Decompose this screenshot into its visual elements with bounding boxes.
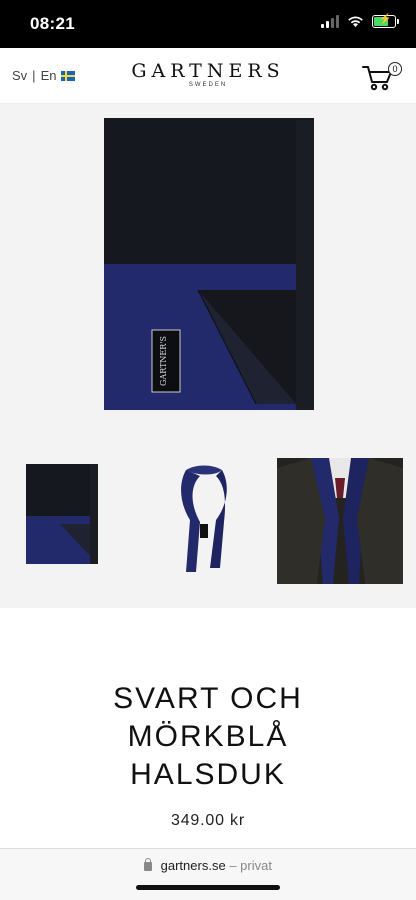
scarf-label-text: GARTNER'S xyxy=(159,336,168,386)
thumbnail-worn[interactable] xyxy=(176,464,232,574)
status-time: 08:21 xyxy=(30,14,75,33)
url-display[interactable]: gartners.se – privat xyxy=(0,858,416,873)
logo-text: GARTNERS xyxy=(131,60,285,82)
site-header: Sv | En GARTNERS SWEDEN 0 xyxy=(0,48,416,104)
url-domain: gartners.se xyxy=(160,858,226,873)
product-title-line: MÖRKBLÅ xyxy=(127,720,289,753)
product-info: SVART OCH MÖRKBLÅ HALSDUK 349.00 kr xyxy=(0,608,416,848)
thumbnail-strip xyxy=(0,458,416,598)
cart-button[interactable]: 0 xyxy=(362,62,402,92)
cellular-signal-icon xyxy=(321,15,339,28)
product-gallery: GARTNER'S xyxy=(0,104,416,608)
private-mode-label: privat xyxy=(240,858,272,873)
wifi-icon xyxy=(348,16,363,27)
url-separator: – xyxy=(229,858,237,873)
thumbnail-jacket[interactable] xyxy=(277,458,403,584)
browser-url-bar[interactable]: gartners.se – privat xyxy=(0,848,416,900)
main-product-image[interactable]: GARTNER'S xyxy=(0,104,416,444)
thumbnail-folded[interactable] xyxy=(26,464,98,564)
site-logo[interactable]: GARTNERS SWEDEN xyxy=(0,60,416,88)
status-bar: 08:21 ⚡ xyxy=(0,0,416,48)
lock-icon xyxy=(144,858,153,871)
cart-count-badge: 0 xyxy=(388,62,402,76)
battery-icon: ⚡ xyxy=(372,14,399,28)
product-title-line: HALSDUK xyxy=(130,758,286,791)
product-title: SVART OCH MÖRKBLÅ HALSDUK xyxy=(0,680,416,794)
logo-subtitle: SWEDEN xyxy=(188,82,228,88)
product-price: 349.00 kr xyxy=(171,812,245,829)
status-icons: ⚡ xyxy=(321,14,399,28)
home-indicator[interactable] xyxy=(136,885,280,890)
product-title-line: SVART OCH xyxy=(113,682,303,715)
